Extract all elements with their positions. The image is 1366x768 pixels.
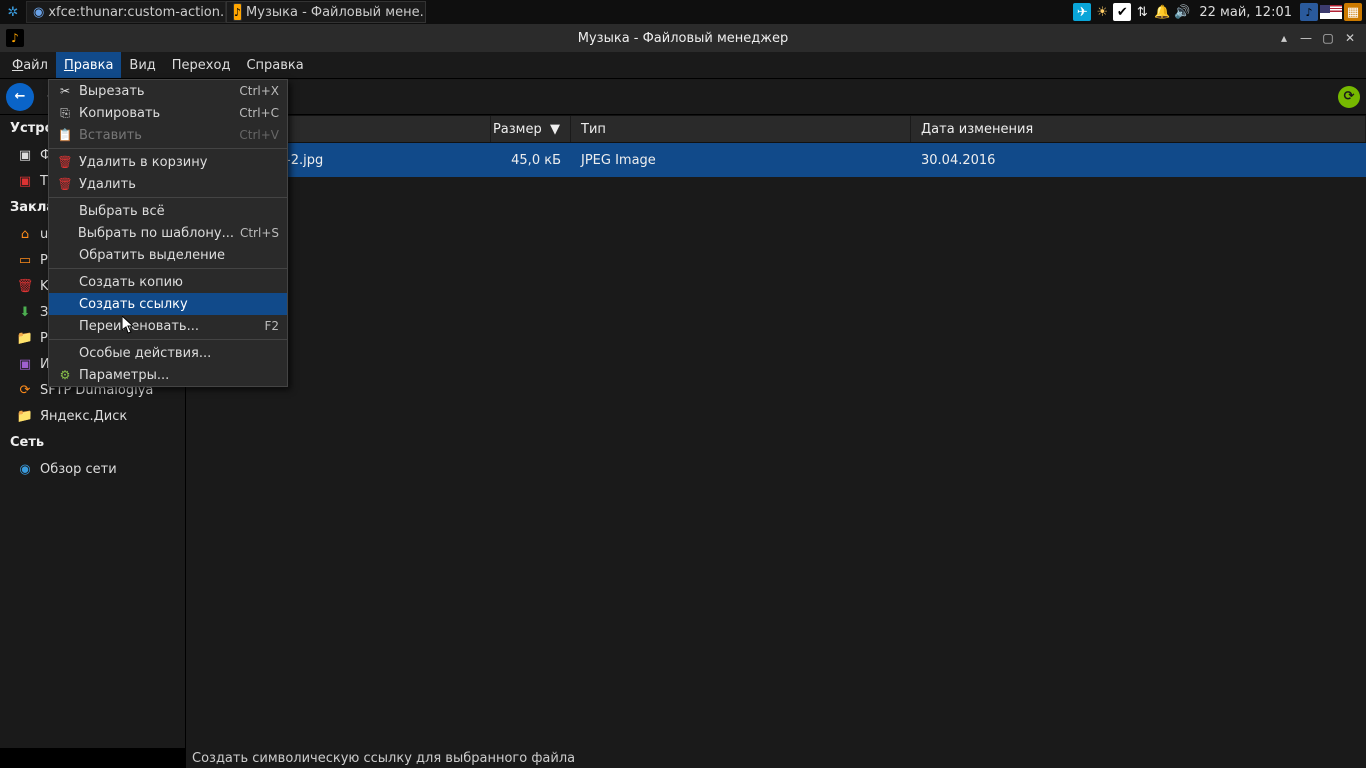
remote-icon: ⟳ xyxy=(16,381,34,399)
window-maximize-button[interactable]: ▢ xyxy=(1320,30,1336,46)
menu-item-delete[interactable]: 🗑 Удалить xyxy=(49,173,287,195)
column-headers: Размер ▼ Тип Дата изменения xyxy=(186,115,1366,143)
file-view: Размер ▼ Тип Дата изменения -2.jpg 45,0 … xyxy=(186,115,1366,748)
status-text: Создать символическую ссылку для выбранн… xyxy=(192,751,575,766)
music-folder-icon: ♪ xyxy=(233,3,242,21)
desktop-icon: ▭ xyxy=(16,251,34,269)
copy-icon: ⎘ xyxy=(57,105,73,121)
tray-volume-icon[interactable]: 🔊 xyxy=(1173,3,1191,21)
side-bookmark-yadisk[interactable]: 📁Яндекс.Диск xyxy=(0,403,185,429)
file-row[interactable]: -2.jpg 45,0 кБ JPEG Image 30.04.2016 xyxy=(186,143,1366,177)
delete-icon: 🗑 xyxy=(57,176,73,192)
tray-network-icon[interactable]: ⇅ xyxy=(1133,3,1151,21)
menu-item-custom-actions[interactable]: Особые действия... xyxy=(49,342,287,364)
folder-icon: 📁 xyxy=(16,329,34,347)
trash-icon: 🗑 xyxy=(16,277,34,295)
menu-item-cut[interactable]: ✂ Вырезать Ctrl+X xyxy=(49,80,287,102)
menu-file[interactable]: Файл xyxy=(4,52,56,78)
paste-icon: 📋 xyxy=(57,127,73,143)
trash-icon: 🗑 xyxy=(57,154,73,170)
globe-icon: ◉ xyxy=(33,3,44,21)
tray-music-launcher[interactable]: ♪ xyxy=(1300,3,1318,21)
drive-icon: ▣ xyxy=(16,146,34,164)
file-type: JPEG Image xyxy=(581,153,656,168)
taskbar-item-browser[interactable]: ◉ xfce:thunar:custom-action... xyxy=(26,1,226,23)
menubar: Файл Правка Вид Переход Справка xyxy=(0,52,1366,79)
menu-item-preferences[interactable]: ⚙ Параметры... xyxy=(49,364,287,386)
menu-view[interactable]: Вид xyxy=(121,52,163,78)
tray-workspace-icon[interactable]: ▦ xyxy=(1344,3,1362,21)
download-icon: ⬇ xyxy=(16,303,34,321)
network-icon: ◉ xyxy=(16,460,34,478)
pictures-icon: ▣ xyxy=(16,355,34,373)
window-title: Музыка - Файловый менеджер xyxy=(0,31,1366,46)
nav-refresh-button[interactable]: ⟳ xyxy=(1338,86,1360,108)
menu-item-select-all[interactable]: Выбрать всё xyxy=(49,200,287,222)
status-bar: Создать символическую ссылку для выбранн… xyxy=(186,748,1366,768)
taskbar-item-thunar[interactable]: ♪ Музыка - Файловый мене... xyxy=(226,1,426,23)
tray-weather-icon[interactable]: ☀ xyxy=(1093,3,1111,21)
xfce-menu-button[interactable]: ✲ xyxy=(0,1,26,23)
window-close-button[interactable]: ✕ xyxy=(1342,30,1358,46)
taskbar-label: Музыка - Файловый мене... xyxy=(246,5,426,20)
tray-check-icon[interactable]: ✔ xyxy=(1113,3,1131,21)
column-type[interactable]: Тип xyxy=(571,116,911,142)
scissors-icon: ✂ xyxy=(57,83,73,99)
side-section-network: Сеть xyxy=(0,429,185,456)
menu-item-paste: 📋 Вставить Ctrl+V xyxy=(49,124,287,146)
gear-icon: ⚙ xyxy=(57,367,73,383)
column-date[interactable]: Дата изменения xyxy=(911,116,1366,142)
nav-back-button[interactable]: ← xyxy=(6,83,34,111)
window-minimize-button[interactable]: — xyxy=(1298,30,1314,46)
tray-keyboard-layout-icon[interactable] xyxy=(1320,5,1342,19)
menu-item-invert-selection[interactable]: Обратить выделение xyxy=(49,244,287,266)
tray-telegram-icon[interactable]: ✈ xyxy=(1073,3,1091,21)
taskbar-label: xfce:thunar:custom-action... xyxy=(48,5,226,20)
menu-separator xyxy=(49,339,287,340)
edit-menu-dropdown: ✂ Вырезать Ctrl+X ⎘ Копировать Ctrl+C 📋 … xyxy=(48,79,288,387)
file-size: 45,0 кБ xyxy=(511,153,561,168)
menu-separator xyxy=(49,148,287,149)
sort-desc-icon: ▼ xyxy=(550,122,560,137)
folder-icon: 📁 xyxy=(16,407,34,425)
menu-item-select-pattern[interactable]: Выбрать по шаблону... Ctrl+S xyxy=(49,222,287,244)
window-shade-button[interactable]: ▴ xyxy=(1276,30,1292,46)
side-network-browse[interactable]: ◉Обзор сети xyxy=(0,456,185,482)
menu-item-make-link[interactable]: Создать ссылку xyxy=(49,293,287,315)
xfce-logo-icon: ✲ xyxy=(4,3,22,21)
panel-clock[interactable]: 22 май, 12:01 xyxy=(1193,5,1298,20)
menu-item-rename[interactable]: Переименовать... F2 xyxy=(49,315,287,337)
home-icon: ⌂ xyxy=(16,225,34,243)
menu-separator xyxy=(49,268,287,269)
tray-notification-icon[interactable]: 🔔 xyxy=(1153,3,1171,21)
menu-item-duplicate[interactable]: Создать копию xyxy=(49,271,287,293)
file-date: 30.04.2016 xyxy=(921,153,995,168)
menu-separator xyxy=(49,197,287,198)
column-size[interactable]: Размер ▼ xyxy=(491,116,571,142)
system-panel: ✲ ◉ xfce:thunar:custom-action... ♪ Музык… xyxy=(0,0,1366,24)
menu-item-trash[interactable]: 🗑 Удалить в корзину xyxy=(49,151,287,173)
window-titlebar[interactable]: ♪ Музыка - Файловый менеджер ▴ — ▢ ✕ xyxy=(0,24,1366,52)
menu-help[interactable]: Справка xyxy=(238,52,311,78)
menu-go[interactable]: Переход xyxy=(164,52,239,78)
menu-edit[interactable]: Правка xyxy=(56,52,121,78)
menu-item-copy[interactable]: ⎘ Копировать Ctrl+C xyxy=(49,102,287,124)
drive-icon: ▣ xyxy=(16,172,34,190)
